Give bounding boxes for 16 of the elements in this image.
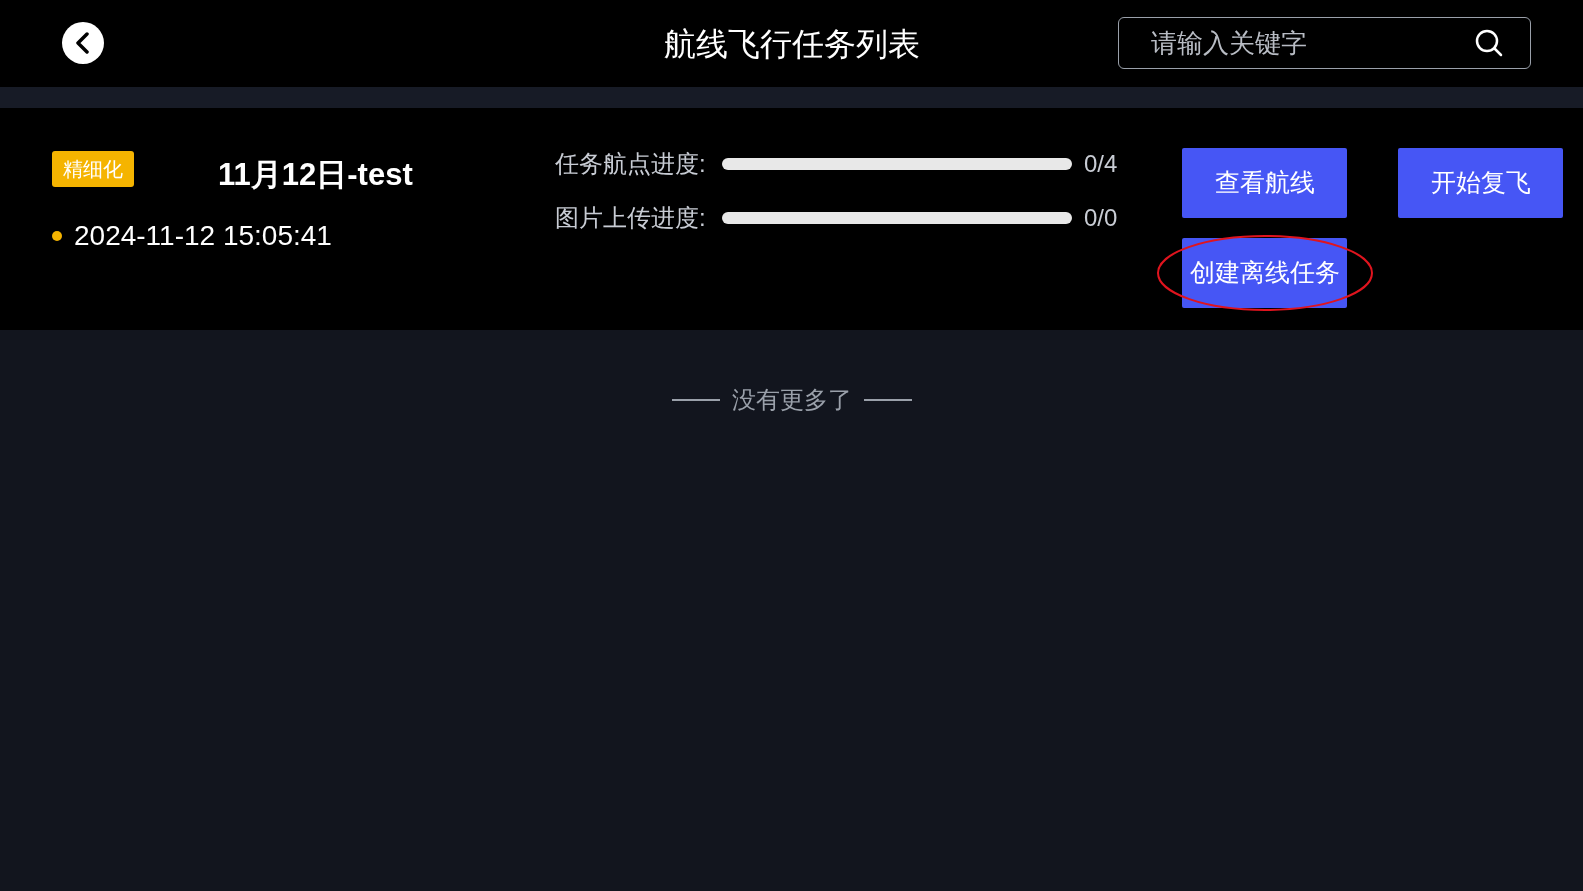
end-of-list-text: 没有更多了 <box>731 385 852 415</box>
back-icon <box>74 32 92 54</box>
action-button[interactable]: 查看航线 <box>1182 148 1347 218</box>
action-button[interactable]: 开始复飞 <box>1398 148 1563 218</box>
progress-reading: 0/4 <box>1084 149 1118 179</box>
task-name: 11月12日-test <box>218 156 413 194</box>
action-button[interactable]: 创建离线任务 <box>1182 238 1347 308</box>
progress-reading: 0/0 <box>1084 203 1118 233</box>
back-button[interactable] <box>62 22 104 64</box>
progress-label: 图片上传进度: <box>555 203 707 233</box>
page-title: 航线飞行任务列表 <box>663 24 920 64</box>
task-time: 2024-11-12 15:05:41 <box>74 219 332 253</box>
search-field[interactable]: 请输入关键字 <box>1118 17 1531 69</box>
category-tag: 精细化 <box>52 151 134 187</box>
progress-label: 任务航点进度: <box>555 149 707 179</box>
search-icon[interactable] <box>1475 29 1503 57</box>
